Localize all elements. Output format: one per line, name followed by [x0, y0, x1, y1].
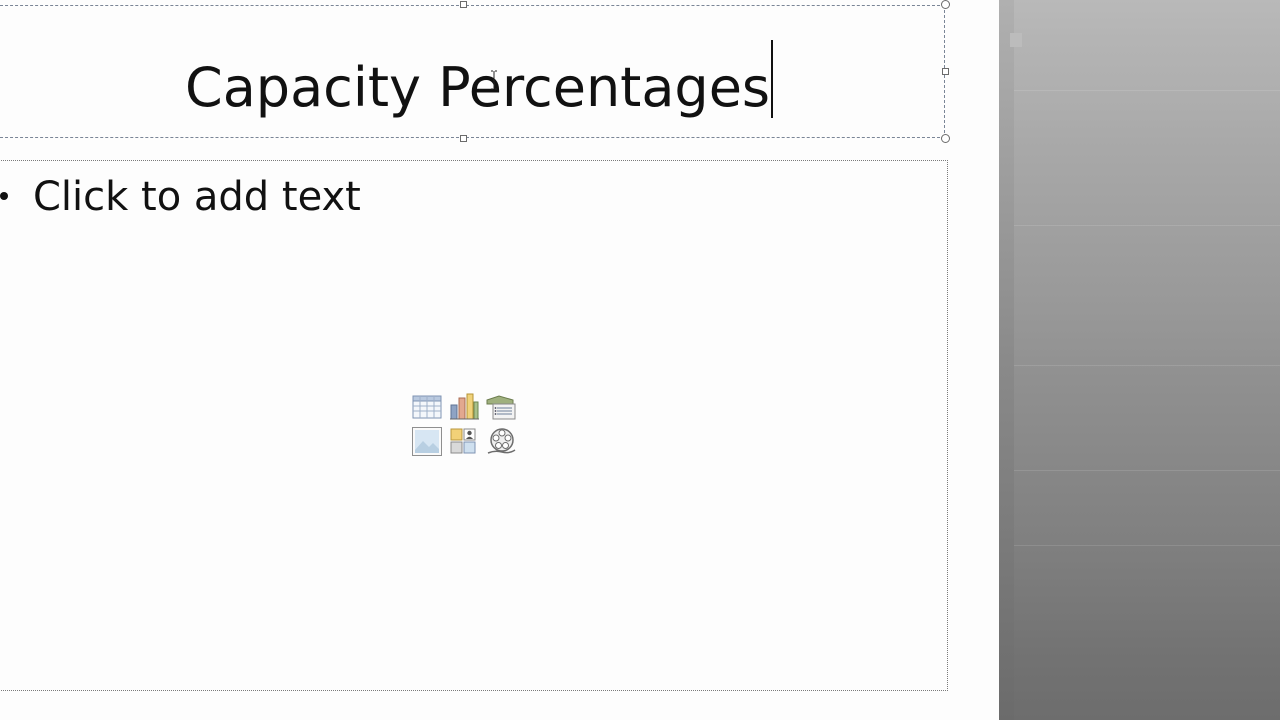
- slide-title-text: Capacity Percentages: [185, 56, 771, 119]
- resize-handle-bottom-right[interactable]: [941, 134, 950, 143]
- insert-table-icon[interactable]: [411, 392, 443, 423]
- slide-canvas[interactable]: Capacity Percentages Click to add text: [0, 0, 999, 720]
- pane-band: [1014, 470, 1280, 471]
- slide-title[interactable]: Capacity Percentages: [185, 40, 774, 123]
- resize-handle-top-right[interactable]: [941, 0, 950, 9]
- content-placeholder-prompt[interactable]: Click to add text: [33, 172, 361, 222]
- ibeam-cursor-icon: [491, 70, 497, 90]
- text-caret: [771, 40, 774, 118]
- resize-handle-top-center[interactable]: [460, 1, 467, 8]
- pane-band: [1014, 225, 1280, 226]
- insert-content-icons: [411, 392, 517, 458]
- insert-clipart-icon[interactable]: [448, 426, 480, 457]
- pane-divider[interactable]: [999, 0, 1014, 720]
- insert-smartart-icon[interactable]: [485, 392, 517, 423]
- insert-media-icon[interactable]: [485, 426, 517, 457]
- pane-marker: [1010, 33, 1022, 47]
- resize-handle-middle-right[interactable]: [942, 68, 949, 75]
- insert-chart-icon[interactable]: [448, 392, 480, 423]
- pane-band: [1014, 90, 1280, 91]
- insert-picture-icon[interactable]: [411, 426, 443, 457]
- side-pane: [999, 0, 1280, 720]
- resize-handle-bottom-center[interactable]: [460, 135, 467, 142]
- bullet-point: [0, 192, 8, 200]
- pane-band: [1014, 545, 1280, 546]
- pane-band: [1014, 365, 1280, 366]
